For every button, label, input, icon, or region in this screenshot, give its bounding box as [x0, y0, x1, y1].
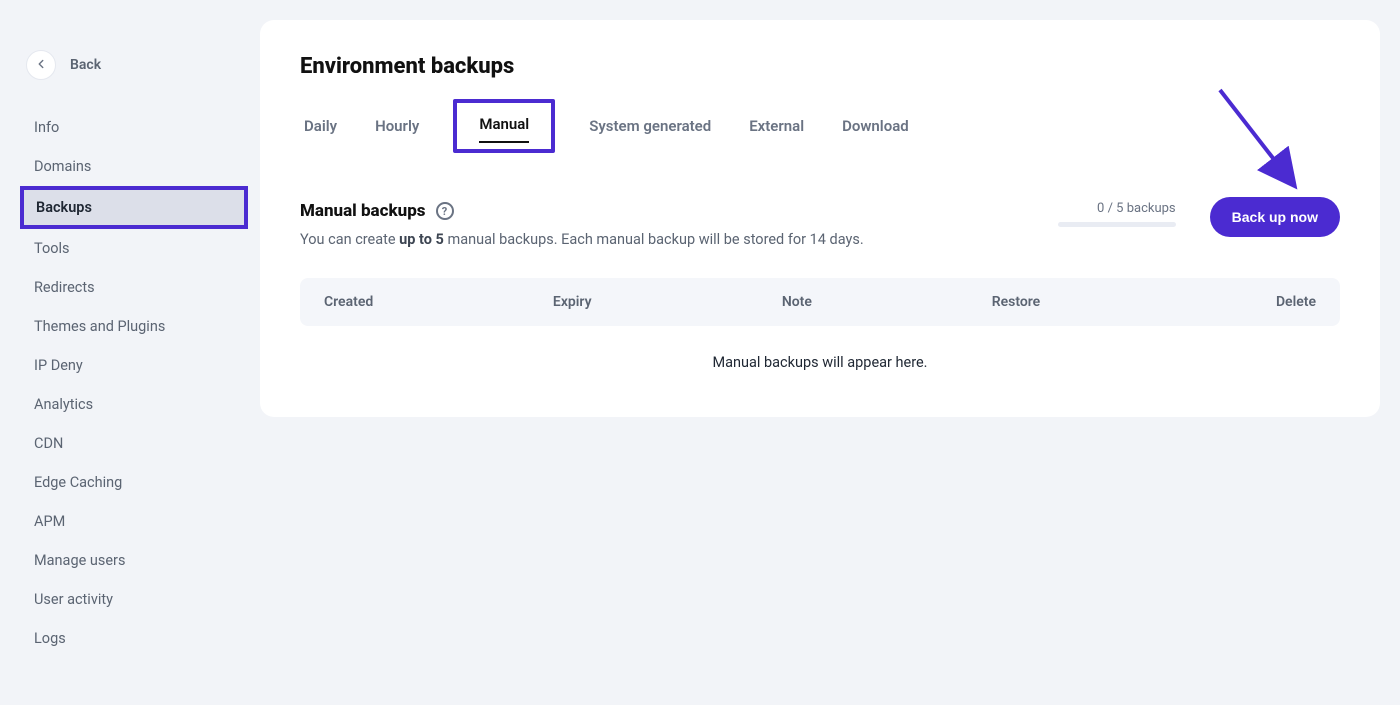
- section-header: Manual backups ? You can create up to 5 …: [300, 201, 1340, 248]
- sidebar-item-apm[interactable]: APM: [20, 502, 248, 541]
- section-desc-bold: up to 5: [399, 231, 444, 248]
- sidebar-item-label: Edge Caching: [34, 474, 122, 491]
- section-desc-suffix: manual backups. Each manual backup will …: [444, 231, 864, 248]
- sidebar-item-analytics[interactable]: Analytics: [20, 385, 248, 424]
- sidebar: Back Info Domains Backups Tools Redirect…: [0, 0, 260, 705]
- tab-system-generated[interactable]: System generated: [585, 107, 715, 145]
- sidebar-item-label: Backups: [36, 199, 92, 216]
- table-col-restore: Restore: [992, 294, 1202, 310]
- sidebar-item-label: IP Deny: [34, 357, 83, 374]
- sidebar-item-label: User activity: [34, 591, 113, 608]
- sidebar-item-label: Domains: [34, 158, 91, 175]
- sidebar-item-ip-deny[interactable]: IP Deny: [20, 346, 248, 385]
- section-right-wrap: 0 / 5 backups Back up now: [1058, 201, 1340, 237]
- sidebar-item-tools[interactable]: Tools: [20, 229, 248, 268]
- table-empty-state: Manual backups will appear here.: [300, 326, 1340, 377]
- tab-download[interactable]: Download: [838, 107, 913, 145]
- section-desc-prefix: You can create: [300, 231, 399, 248]
- sidebar-item-label: Manage users: [34, 552, 125, 569]
- sidebar-item-label: Info: [34, 119, 59, 136]
- table-col-delete: Delete: [1202, 294, 1316, 310]
- arrow-left-icon: [34, 57, 48, 74]
- back-button[interactable]: [26, 50, 56, 80]
- sidebar-item-backups[interactable]: Backups: [20, 186, 248, 229]
- table-col-expiry: Expiry: [553, 294, 782, 310]
- tab-daily[interactable]: Daily: [300, 107, 341, 145]
- sidebar-item-label: APM: [34, 513, 65, 530]
- sidebar-item-edge-caching[interactable]: Edge Caching: [20, 463, 248, 502]
- backups-table: Created Expiry Note Restore Delete Manua…: [300, 278, 1340, 377]
- sidebar-item-label: Analytics: [34, 396, 93, 413]
- tabs-row: Daily Hourly Manual System generated Ext…: [300, 99, 1340, 153]
- backup-count-text: 0 / 5 backups: [1097, 201, 1176, 216]
- sidebar-item-redirects[interactable]: Redirects: [20, 268, 248, 307]
- sidebar-item-manage-users[interactable]: Manage users: [20, 541, 248, 580]
- table-header-row: Created Expiry Note Restore Delete: [300, 278, 1340, 326]
- section-left: Manual backups ? You can create up to 5 …: [300, 201, 864, 248]
- table-col-created: Created: [324, 294, 553, 310]
- page-title: Environment backups: [300, 54, 1340, 79]
- sidebar-item-label: Themes and Plugins: [34, 318, 165, 335]
- sidebar-item-themes-and-plugins[interactable]: Themes and Plugins: [20, 307, 248, 346]
- back-label: Back: [70, 57, 101, 73]
- question-circle-icon[interactable]: ?: [436, 202, 454, 220]
- sidebar-nav: Info Domains Backups Tools Redirects The…: [20, 108, 248, 658]
- sidebar-item-cdn[interactable]: CDN: [20, 424, 248, 463]
- tab-manual-highlight: Manual: [453, 99, 555, 153]
- sidebar-item-logs[interactable]: Logs: [20, 619, 248, 658]
- tab-external[interactable]: External: [745, 107, 808, 145]
- sidebar-item-label: Redirects: [34, 279, 95, 296]
- sidebar-item-label: Logs: [34, 630, 66, 647]
- section-title-row: Manual backups ?: [300, 201, 864, 221]
- sidebar-item-label: Tools: [34, 240, 70, 257]
- app-root: Back Info Domains Backups Tools Redirect…: [0, 0, 1400, 705]
- section-title: Manual backups: [300, 201, 426, 221]
- section-description: You can create up to 5 manual backups. E…: [300, 231, 864, 248]
- tab-manual[interactable]: Manual: [479, 115, 529, 133]
- sidebar-item-domains[interactable]: Domains: [20, 147, 248, 186]
- backup-usage-bar: [1058, 222, 1176, 227]
- sidebar-item-user-activity[interactable]: User activity: [20, 580, 248, 619]
- content-card: Environment backups Daily Hourly Manual …: [260, 20, 1380, 417]
- sidebar-item-info[interactable]: Info: [20, 108, 248, 147]
- backup-count-block: 0 / 5 backups: [1058, 201, 1176, 227]
- table-col-note: Note: [782, 294, 992, 310]
- back-up-now-button[interactable]: Back up now: [1210, 197, 1340, 237]
- back-row: Back: [26, 50, 248, 80]
- tab-hourly[interactable]: Hourly: [371, 107, 423, 145]
- main: Environment backups Daily Hourly Manual …: [260, 0, 1400, 705]
- sidebar-item-label: CDN: [34, 435, 63, 452]
